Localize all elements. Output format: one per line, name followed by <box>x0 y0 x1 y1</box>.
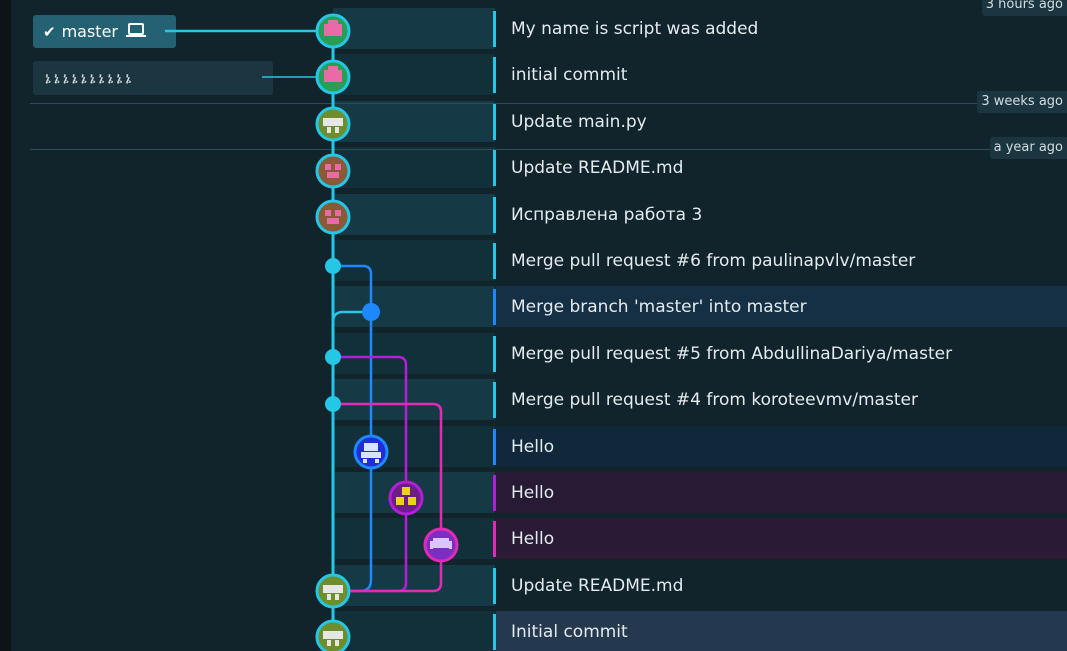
commit-message[interactable]: My name is script was added <box>511 6 758 52</box>
avatar-icon <box>315 106 351 142</box>
avatar-icon <box>315 199 351 235</box>
merge-commit-dot <box>325 349 341 365</box>
commit-message[interactable]: Hello <box>511 470 554 516</box>
avatar-icon <box>423 527 459 563</box>
commit-message[interactable]: Merge pull request #6 from paulinapvlv/m… <box>511 238 915 284</box>
avatar-icon <box>315 573 351 609</box>
commit-message[interactable]: Исправлена работа 3 <box>511 192 702 238</box>
commit-message[interactable]: Merge branch 'master' into master <box>511 284 807 330</box>
merge-commit-dot <box>362 303 380 321</box>
commit-message[interactable]: Merge pull request #4 from koroteevmv/ma… <box>511 377 918 423</box>
commit-message[interactable]: initial commit <box>511 52 627 98</box>
avatar-icon <box>315 619 351 651</box>
commit-message[interactable]: Update README.md <box>511 563 683 609</box>
avatar-icon <box>353 434 389 470</box>
avatar-icon <box>315 13 351 49</box>
merge-commit-dot <box>325 396 341 412</box>
commit-message[interactable]: Merge pull request #5 from AbdullinaDari… <box>511 331 952 377</box>
commit-message[interactable]: Update main.py <box>511 99 647 145</box>
avatar-icon <box>388 480 424 516</box>
merge-commit-dot <box>325 258 341 274</box>
avatar-icon <box>315 59 351 95</box>
avatar-icon <box>315 153 351 189</box>
commit-message[interactable]: Hello <box>511 424 554 470</box>
commit-message[interactable]: Hello <box>511 516 554 562</box>
commit-message[interactable]: Initial commit <box>511 609 628 651</box>
commit-message[interactable]: Update README.md <box>511 145 683 191</box>
commit-graph-panel: 3 hours ago 3 weeks ago a year ago ✔ mas… <box>11 0 1067 651</box>
